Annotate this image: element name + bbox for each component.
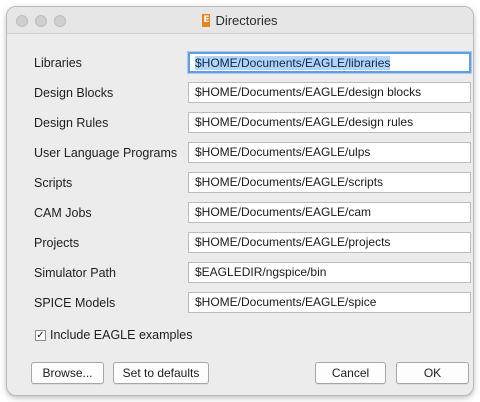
design-blocks-label: Design Blocks [34,86,114,100]
set-to-defaults-button[interactable]: Set to defaults [113,362,209,384]
user-language-programs-label: User Language Programs [34,146,178,160]
cancel-button[interactable]: Cancel [315,362,386,384]
include-examples-option[interactable]: ✓ Include EAGLE examples [35,327,192,343]
simulator-path-label: Simulator Path [34,266,116,280]
directories-dialog: E Directories Libraries $HOME/Documents/… [6,6,474,396]
scripts-label: Scripts [34,176,73,190]
scripts-path-field[interactable]: $HOME/Documents/EAGLE/scripts [188,172,471,193]
row-user-language-programs: User Language Programs $HOME/Documents/E… [7,141,473,165]
ok-button[interactable]: OK [396,362,469,384]
title-wrap: E Directories [7,7,473,34]
libraries-path-field[interactable]: $HOME/Documents/EAGLE/libraries [188,52,471,73]
projects-path-field[interactable]: $HOME/Documents/EAGLE/projects [188,232,471,253]
row-spice-models: SPICE Models $HOME/Documents/EAGLE/spice [7,291,473,315]
row-cam-jobs: CAM Jobs $HOME/Documents/EAGLE/cam [7,201,473,225]
row-projects: Projects $HOME/Documents/EAGLE/projects [7,231,473,255]
simulator-path-field[interactable]: $EAGLEDIR/ngspice/bin [188,262,471,283]
include-examples-label: Include EAGLE examples [50,328,193,342]
design-rules-label: Design Rules [34,116,109,130]
eagle-app-icon: E [202,14,211,27]
libraries-label: Libraries [34,56,82,70]
cam-jobs-path-field[interactable]: $HOME/Documents/EAGLE/cam [188,202,471,223]
design-blocks-path-field[interactable]: $HOME/Documents/EAGLE/design blocks [188,82,471,103]
spice-models-label: SPICE Models [34,296,116,310]
row-design-blocks: Design Blocks $HOME/Documents/EAGLE/desi… [7,81,473,105]
projects-label: Projects [34,236,80,250]
libraries-path-selection: $HOME/Documents/EAGLE/libraries [195,56,391,70]
window-title: Directories [215,13,278,28]
row-simulator-path: Simulator Path $EAGLEDIR/ngspice/bin [7,261,473,285]
title-bar: E Directories [7,7,473,34]
row-design-rules: Design Rules $HOME/Documents/EAGLE/desig… [7,111,473,135]
row-libraries: Libraries $HOME/Documents/EAGLE/librarie… [7,51,473,75]
design-rules-path-field[interactable]: $HOME/Documents/EAGLE/design rules [188,112,471,133]
row-scripts: Scripts $HOME/Documents/EAGLE/scripts [7,171,473,195]
include-examples-checkbox[interactable]: ✓ [35,329,46,341]
cam-jobs-label: CAM Jobs [34,206,92,220]
spice-models-path-field[interactable]: $HOME/Documents/EAGLE/spice [188,292,471,313]
ulps-path-field[interactable]: $HOME/Documents/EAGLE/ulps [188,142,471,163]
browse-button[interactable]: Browse... [31,362,104,384]
